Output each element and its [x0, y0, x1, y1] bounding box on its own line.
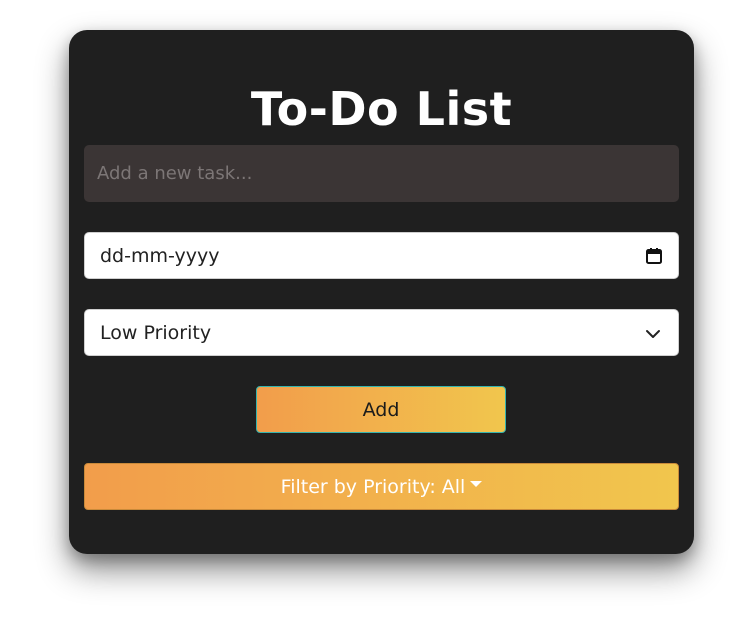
- add-button[interactable]: Add: [256, 386, 506, 433]
- date-placeholder: dd-mm-yyyy: [100, 244, 220, 267]
- filter-label: Filter by Priority: All: [280, 475, 466, 498]
- task-input[interactable]: [84, 145, 679, 202]
- due-date-input[interactable]: dd-mm-yyyy: [84, 232, 679, 279]
- todo-card: To-Do List dd-mm-yyyy Low Priority Add F…: [69, 30, 694, 554]
- calendar-icon[interactable]: [645, 247, 663, 265]
- caret-down-icon: [470, 480, 483, 487]
- chevron-down-icon: [645, 325, 661, 341]
- add-button-label: Add: [362, 398, 400, 421]
- page-title: To-Do List: [250, 82, 513, 136]
- filter-priority-dropdown[interactable]: Filter by Priority: All: [84, 463, 679, 510]
- priority-selected-value: Low Priority: [100, 321, 212, 344]
- priority-select[interactable]: Low Priority: [84, 309, 679, 356]
